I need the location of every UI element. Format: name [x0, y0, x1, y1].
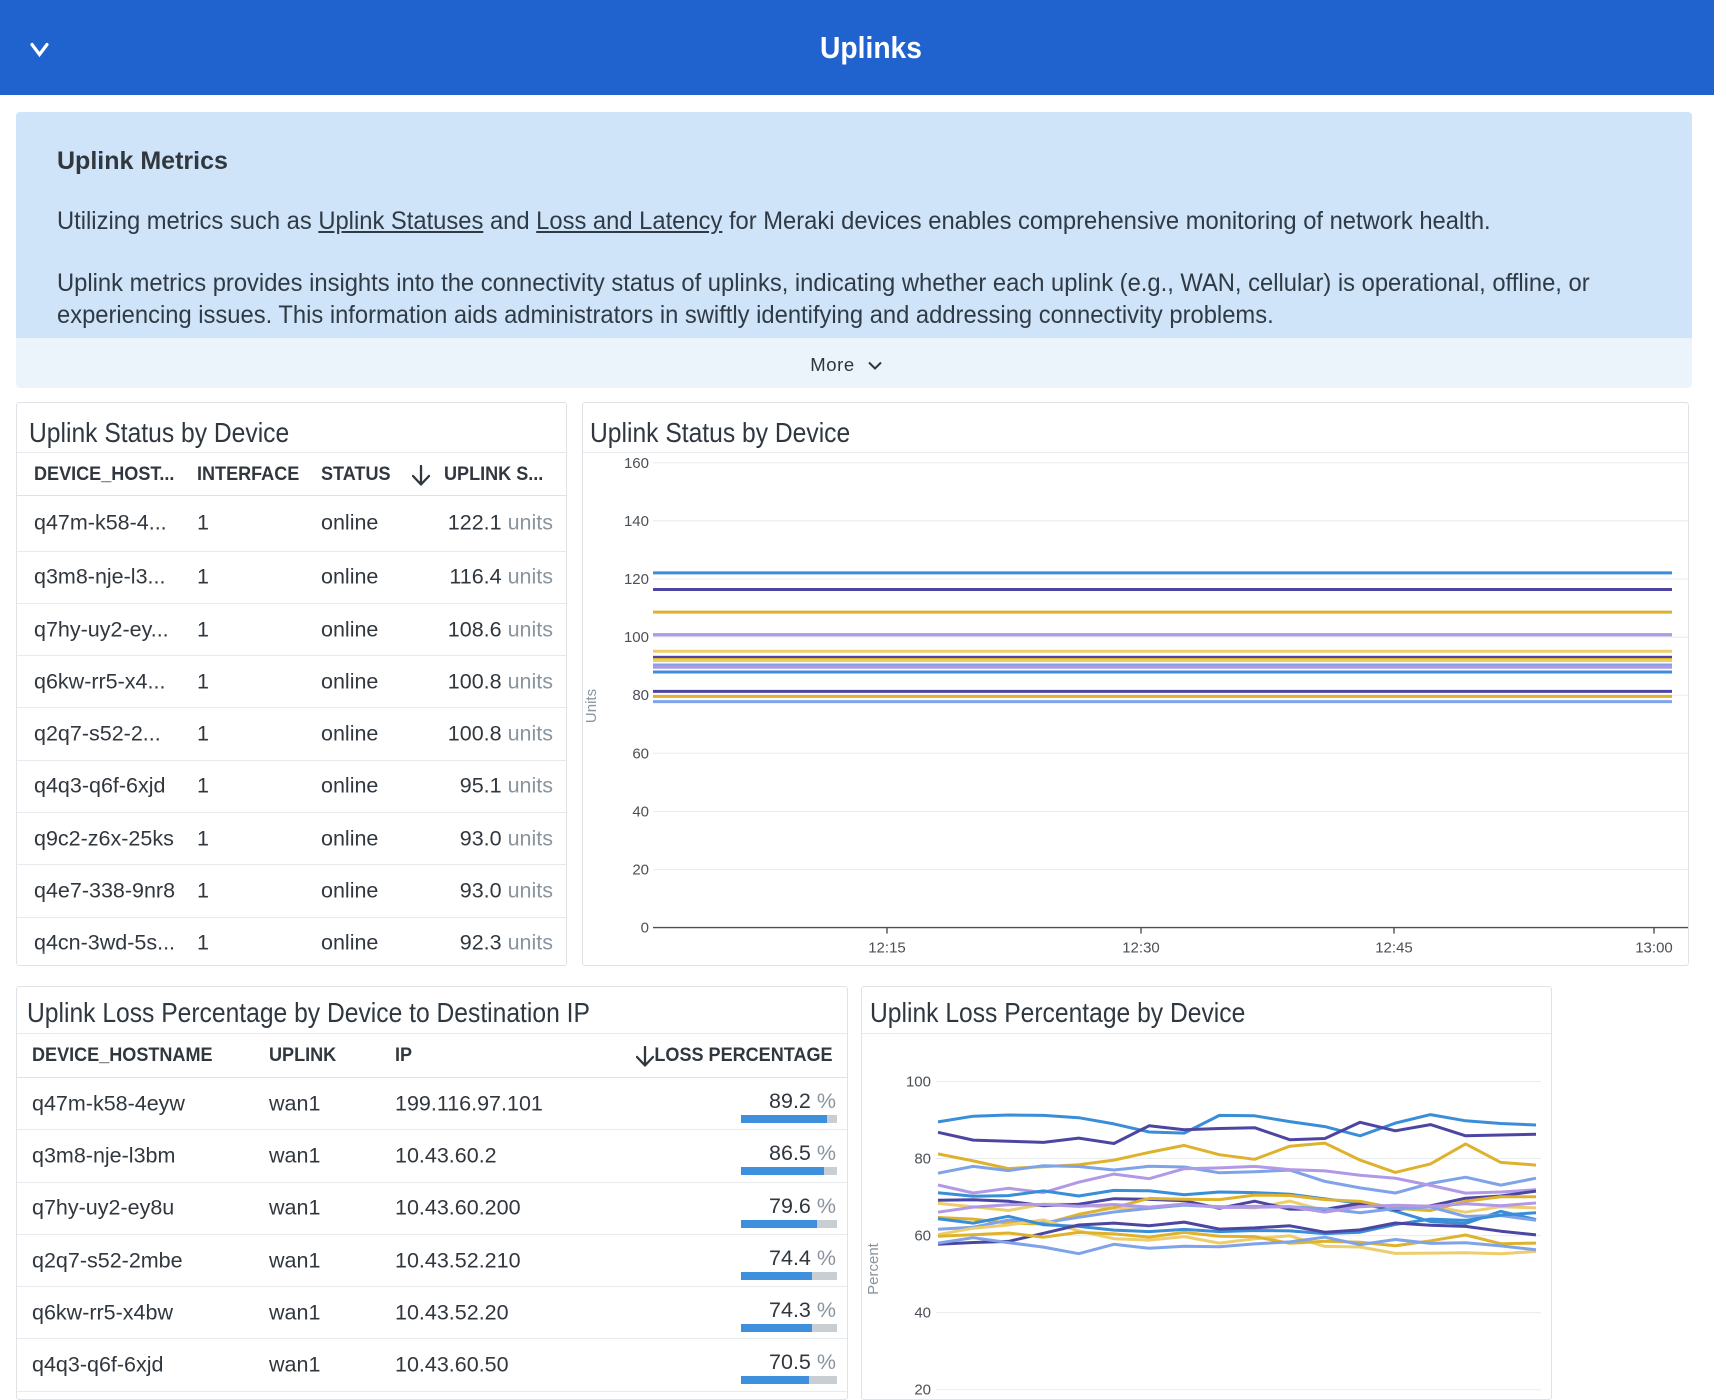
svg-text:40: 40 — [632, 803, 649, 820]
svg-text:160: 160 — [624, 455, 649, 472]
svg-text:12:45: 12:45 — [1375, 940, 1413, 957]
svg-text:12:30: 12:30 — [1122, 940, 1160, 957]
svg-text:100: 100 — [906, 1074, 931, 1091]
svg-text:13:00: 13:00 — [1635, 940, 1673, 957]
svg-text:100: 100 — [624, 629, 649, 646]
svg-text:20: 20 — [914, 1382, 931, 1399]
svg-text:0: 0 — [641, 920, 649, 937]
svg-text:80: 80 — [632, 687, 649, 704]
svg-text:40: 40 — [914, 1305, 931, 1322]
svg-text:60: 60 — [914, 1228, 931, 1245]
svg-text:Percent: Percent — [865, 1242, 882, 1295]
svg-text:60: 60 — [632, 745, 649, 762]
svg-text:20: 20 — [632, 862, 649, 879]
svg-text:140: 140 — [624, 513, 649, 530]
svg-text:Units: Units — [583, 689, 600, 723]
svg-text:80: 80 — [914, 1151, 931, 1168]
svg-text:120: 120 — [624, 571, 649, 588]
svg-text:12:15: 12:15 — [868, 940, 906, 957]
